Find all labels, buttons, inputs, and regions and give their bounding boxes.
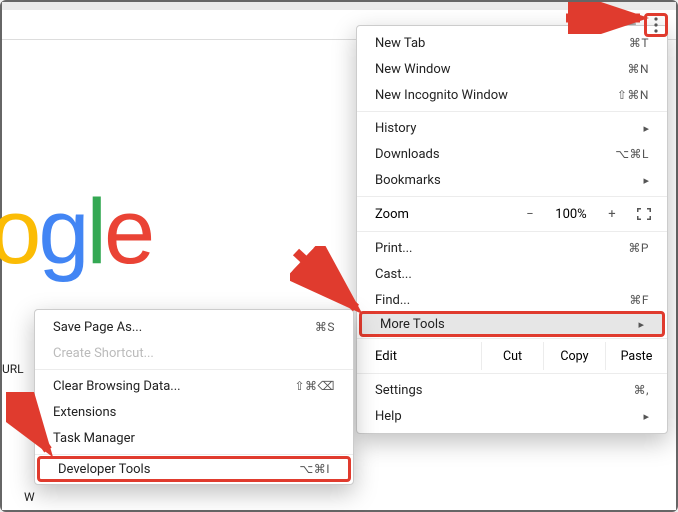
submenu-item-extensions[interactable]: Extensions <box>35 399 353 425</box>
shortcut: ⌥⌘L <box>615 147 649 161</box>
shortcut: ⌘S <box>315 320 335 334</box>
menu-label: Settings <box>375 383 422 398</box>
menu-label: Bookmarks <box>375 173 441 188</box>
menu-item-help[interactable]: Help ▸ <box>357 403 667 429</box>
menu-label: New Incognito Window <box>375 88 508 103</box>
separator <box>357 231 667 232</box>
shortcut: ⌘T <box>629 36 649 50</box>
google-logo: oogle <box>0 180 152 285</box>
separator <box>35 454 353 455</box>
chevron-right-icon: ▸ <box>643 122 649 135</box>
separator <box>357 338 667 339</box>
menu-item-zoom: Zoom − 100% + <box>357 200 667 228</box>
menu-item-new-tab[interactable]: New Tab ⌘T <box>357 30 667 56</box>
more-tools-submenu: Save Page As... ⌘S Create Shortcut... Cl… <box>34 309 354 485</box>
menu-label: Find... <box>375 293 410 308</box>
menu-item-find[interactable]: Find... ⌘F <box>357 287 667 313</box>
shortcut: ⌘F <box>629 293 649 307</box>
menu-label: Developer Tools <box>58 462 150 477</box>
chevron-right-icon: ▸ <box>638 318 644 331</box>
separator <box>357 373 667 374</box>
menu-item-more-tools[interactable]: More Tools ▸ <box>359 311 665 337</box>
shortcut: ⌘, <box>634 383 649 397</box>
separator <box>35 369 353 370</box>
menu-label: Downloads <box>375 147 440 162</box>
menu-item-print[interactable]: Print... ⌘P <box>357 235 667 261</box>
zoom-in-button[interactable]: + <box>601 207 623 222</box>
separator <box>357 111 667 112</box>
menu-label: Cast... <box>375 267 412 282</box>
menu-label: Edit <box>375 349 481 364</box>
edit-paste-button[interactable]: Paste <box>605 342 667 370</box>
menu-label: Task Manager <box>53 431 135 446</box>
menu-label: Clear Browsing Data... <box>53 379 181 394</box>
submenu-item-task-manager[interactable]: Task Manager <box>35 425 353 451</box>
submenu-item-developer-tools[interactable]: Developer Tools ⌥⌘I <box>37 456 351 482</box>
menu-label: Zoom <box>375 207 509 222</box>
menu-label: Create Shortcut... <box>53 346 154 361</box>
shortcut: ⌘P <box>628 241 649 255</box>
menu-item-history[interactable]: History ▸ <box>357 115 667 141</box>
menu-item-new-window[interactable]: New Window ⌘N <box>357 56 667 82</box>
w-label: W <box>24 490 35 504</box>
edit-copy-button[interactable]: Copy <box>543 342 605 370</box>
shortcut: ⌥⌘I <box>299 462 330 476</box>
shortcut: ⇧⌘N <box>617 88 649 102</box>
chevron-right-icon: ▸ <box>643 174 649 187</box>
menu-label: Print... <box>375 241 412 256</box>
menu-item-bookmarks[interactable]: Bookmarks ▸ <box>357 167 667 193</box>
submenu-item-save-page[interactable]: Save Page As... ⌘S <box>35 314 353 340</box>
shortcut: ⇧⌘⌫ <box>294 379 335 393</box>
shortcut: ⌘N <box>627 62 649 76</box>
menu-label: Help <box>375 409 402 424</box>
menu-label: New Tab <box>375 36 425 51</box>
menu-item-new-incognito[interactable]: New Incognito Window ⇧⌘N <box>357 82 667 108</box>
menu-label: Save Page As... <box>53 320 142 335</box>
menu-label: More Tools <box>380 317 445 332</box>
chevron-right-icon: ▸ <box>643 410 649 423</box>
menu-item-settings[interactable]: Settings ⌘, <box>357 377 667 403</box>
url-label: URL <box>2 362 24 376</box>
window-titlebar <box>2 2 676 10</box>
menu-label: History <box>375 121 416 136</box>
menu-item-cast[interactable]: Cast... <box>357 261 667 287</box>
menu-button[interactable] <box>644 13 668 37</box>
menu-item-edit: Edit Cut Copy Paste <box>357 342 667 370</box>
menu-label: Extensions <box>53 405 116 420</box>
menu-label: New Window <box>375 62 451 77</box>
fullscreen-icon <box>637 208 651 220</box>
submenu-item-clear-data[interactable]: Clear Browsing Data... ⇧⌘⌫ <box>35 373 353 399</box>
submenu-item-create-shortcut: Create Shortcut... <box>35 340 353 366</box>
vertical-dots-icon <box>654 17 658 33</box>
chrome-main-menu: New Tab ⌘T New Window ⌘N New Incognito W… <box>356 25 668 434</box>
edit-cut-button[interactable]: Cut <box>481 342 543 370</box>
separator <box>357 196 667 197</box>
zoom-percent: 100% <box>551 207 591 222</box>
fullscreen-button[interactable] <box>633 206 655 222</box>
zoom-out-button[interactable]: − <box>519 207 541 222</box>
menu-item-downloads[interactable]: Downloads ⌥⌘L <box>357 141 667 167</box>
